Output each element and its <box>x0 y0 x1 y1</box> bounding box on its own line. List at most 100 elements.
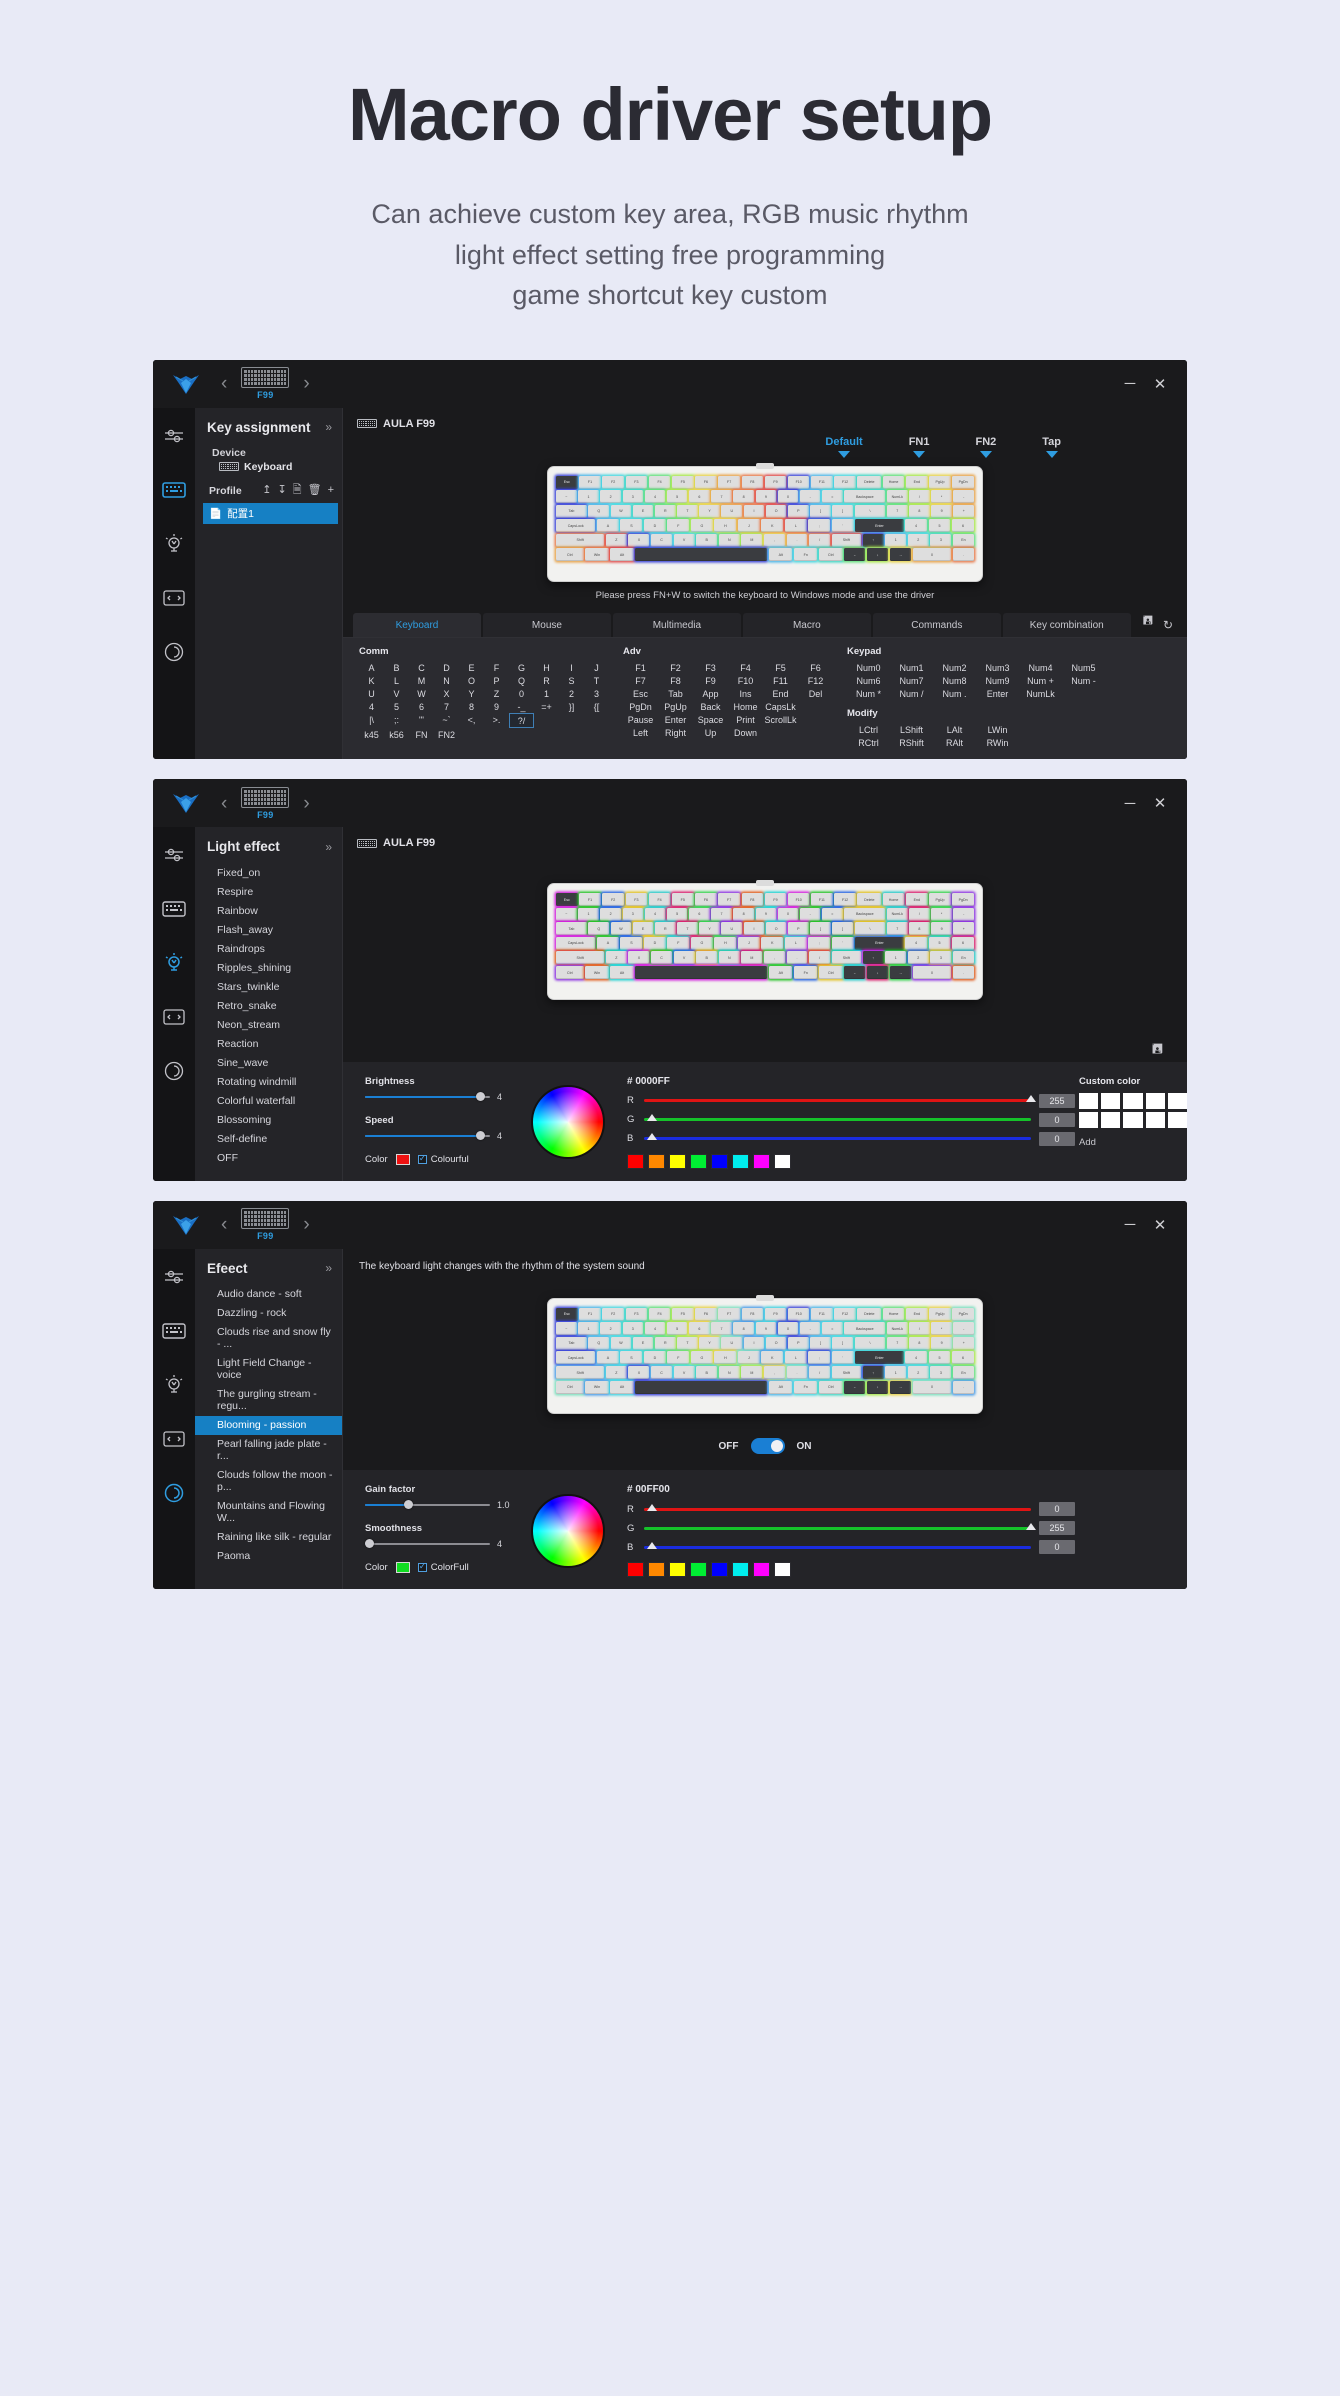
keyboard-key[interactable]: X <box>628 1366 650 1379</box>
keyboard-key[interactable]: S <box>620 1351 643 1365</box>
keygrid-cell[interactable]: Down <box>728 726 763 739</box>
keyboard-key[interactable]: 2 <box>907 1366 929 1379</box>
keygrid-cell[interactable]: F2 <box>658 661 693 674</box>
keygrid-cell[interactable]: F5 <box>763 661 798 674</box>
keygrid-cell[interactable]: K <box>359 674 384 687</box>
keyboard-key[interactable]: M <box>741 951 763 965</box>
keygrid-cell[interactable]: Num5 <box>1062 661 1105 674</box>
keyboard-key[interactable]: 2 <box>907 951 929 965</box>
keyboard-key[interactable]: Home <box>882 475 905 489</box>
keyboard-key[interactable]: P <box>788 1336 809 1350</box>
keyboard-key[interactable]: J <box>737 519 760 533</box>
keyboard-key[interactable]: 3 <box>930 533 952 547</box>
keyboard-key[interactable]: ↑ <box>862 533 884 547</box>
sidebar-item-light-effect[interactable] <box>160 949 188 977</box>
preset-color-swatch[interactable] <box>669 1153 686 1169</box>
brightness-knob[interactable] <box>476 1091 485 1101</box>
keyboard-key[interactable]: 9 <box>755 1322 777 1336</box>
keygrid-cell[interactable]: Num2 <box>933 661 976 674</box>
music-mode-toggle[interactable] <box>750 1438 785 1455</box>
keygrid-cell[interactable]: =+ <box>534 700 559 713</box>
keyboard-key[interactable]: Shift <box>556 1366 605 1379</box>
keyboard-key[interactable]: Enter <box>855 1351 904 1365</box>
keygrid-cell[interactable]: I <box>559 661 584 674</box>
keygrid-cell[interactable]: Ins <box>728 687 763 700</box>
keyboard-key[interactable]: [ <box>810 1336 831 1350</box>
keyboard-key[interactable]: - <box>799 1322 821 1336</box>
keyboard-key[interactable]: + <box>953 922 975 936</box>
custom-color-slot[interactable] <box>1079 1092 1099 1109</box>
keyboard-key[interactable]: Enter <box>855 936 904 950</box>
list-item[interactable]: Stars_twinkle <box>195 977 342 996</box>
keyboard-key[interactable]: W <box>610 922 632 936</box>
keyboard-key[interactable]: Backspace <box>844 907 886 921</box>
keyboard-key[interactable]: End <box>905 475 928 489</box>
keyboard-key[interactable]: F12 <box>834 1307 856 1321</box>
keyboard-key[interactable]: Home <box>882 1307 905 1321</box>
keygrid-cell[interactable]: Enter <box>658 713 693 726</box>
speed-knob[interactable] <box>476 1130 485 1140</box>
tab-mouse[interactable]: Mouse <box>482 613 611 638</box>
keygrid-cell[interactable]: Q <box>509 674 534 687</box>
keyboard-key[interactable]: G <box>690 936 713 950</box>
keyboard-key[interactable]: Delete <box>857 475 882 489</box>
keyboard-key[interactable]: ← <box>844 1380 866 1394</box>
keyboard-key[interactable]: F1 <box>579 475 601 489</box>
keygrid-cell[interactable]: ;: <box>384 713 409 728</box>
list-item[interactable]: Raindrops <box>195 939 342 958</box>
keyboard-key[interactable]: = <box>822 907 843 921</box>
keyboard-key[interactable]: 8 <box>733 1322 754 1336</box>
list-item[interactable]: The gurgling stream - regu... <box>195 1385 342 1416</box>
keyboard-key[interactable]: Ctrl <box>819 548 843 562</box>
keyboard-key[interactable]: / <box>809 533 831 547</box>
save-icon[interactable]: 🖪 <box>1152 1040 1163 1062</box>
rgb-value[interactable]: 255 <box>1039 1093 1075 1108</box>
keygrid-cell[interactable]: F <box>484 661 509 674</box>
keyboard-key[interactable]: D <box>643 936 666 950</box>
keyboard-key[interactable]: Delete <box>857 1307 882 1321</box>
keyboard-key[interactable]: PgDn <box>952 1307 974 1321</box>
keygrid-cell[interactable]: E <box>459 661 484 674</box>
keygrid-cell[interactable]: PgDn <box>623 700 658 713</box>
preset-color-swatch[interactable] <box>711 1153 728 1169</box>
keyboard-key[interactable]: PgDn <box>952 475 974 489</box>
keyboard-key[interactable]: ; <box>808 936 831 950</box>
keygrid-cell[interactable]: <, <box>459 713 484 728</box>
add-custom-color-button[interactable]: Add <box>1079 1137 1187 1148</box>
keygrid-cell[interactable]: 7 <box>434 700 459 713</box>
keyboard-key[interactable]: . <box>786 1366 808 1379</box>
keyboard-key[interactable]: I <box>743 504 765 518</box>
keygrid-cell[interactable]: P <box>484 674 509 687</box>
keyboard-key[interactable]: Backspace <box>844 490 886 504</box>
keyboard-key[interactable]: F <box>667 519 690 533</box>
keyboard-key[interactable]: ↑ <box>862 1366 884 1379</box>
keyboard-key[interactable]: 1 <box>885 1366 907 1379</box>
list-item[interactable]: Mountains and Flowing W... <box>195 1497 342 1528</box>
keyboard-key[interactable]: + <box>953 504 975 518</box>
color-swatch[interactable] <box>395 1562 410 1574</box>
sidebar-item-key-assignment[interactable] <box>160 1317 188 1345</box>
rgb-track[interactable] <box>644 1114 1031 1122</box>
speed-slider[interactable]: 4 <box>365 1130 513 1141</box>
keyboard-key[interactable]: Z <box>605 951 627 965</box>
tab-multimedia[interactable]: Multimedia <box>612 613 741 638</box>
device-entry[interactable]: Keyboard <box>195 460 342 473</box>
keygrid-cell[interactable]: RAlt <box>933 736 976 749</box>
keyboard-key[interactable]: 7 <box>711 490 732 504</box>
keyboard-key[interactable]: F8 <box>741 893 764 907</box>
keygrid-cell[interactable]: Num9 <box>976 674 1019 687</box>
collapse-icon[interactable]: » <box>325 840 332 854</box>
keyboard-key[interactable]: Z <box>605 533 627 547</box>
keyboard-key[interactable]: / <box>909 490 930 504</box>
keyboard-key[interactable]: L <box>784 936 807 950</box>
tab-keyboard[interactable]: Keyboard <box>353 613 481 638</box>
list-item[interactable]: Clouds rise and snow fly - ... <box>195 1323 342 1354</box>
keyboard-key[interactable]: T <box>677 504 698 518</box>
sidebar-item-settings[interactable] <box>160 1263 188 1291</box>
list-item[interactable]: Dazzling - rock <box>195 1304 342 1323</box>
sidebar-item-light-effect[interactable] <box>160 1371 188 1399</box>
keyboard-key[interactable]: [ <box>810 504 831 518</box>
keyboard-key[interactable]: 4 <box>644 907 666 921</box>
list-item[interactable]: Clouds follow the moon - p... <box>195 1466 342 1497</box>
keyboard-key[interactable] <box>635 1380 768 1394</box>
